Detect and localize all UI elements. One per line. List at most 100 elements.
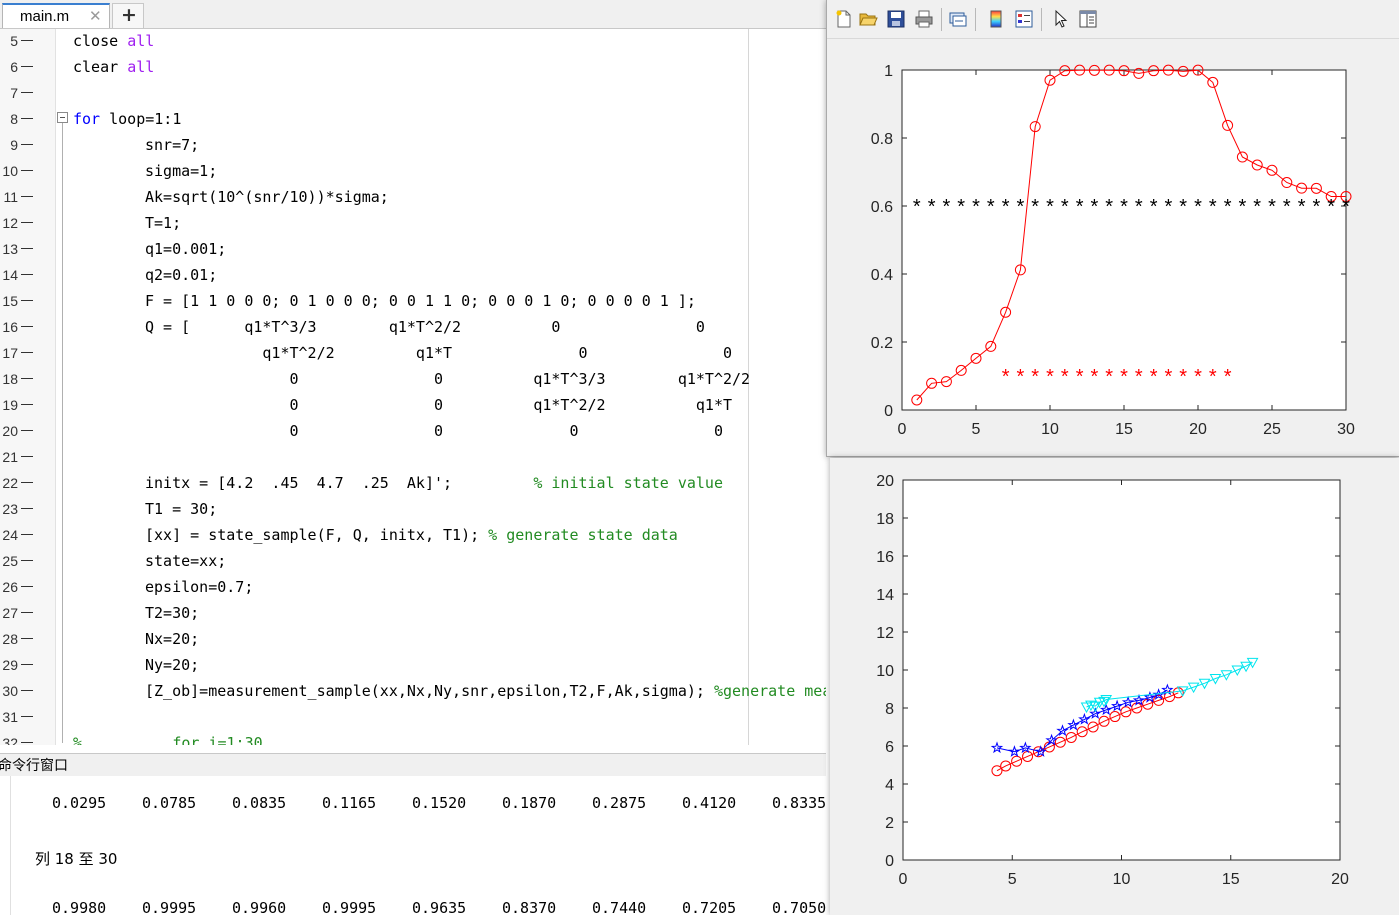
pointer-icon[interactable] (1051, 9, 1071, 29)
breakpoint-marker[interactable] (21, 404, 33, 405)
legend-icon[interactable] (1014, 9, 1034, 29)
breakpoint-marker[interactable] (21, 664, 33, 665)
code-line[interactable]: 10 sigma=1; (0, 159, 826, 185)
code-line[interactable]: 24 [xx] = state_sample(F, Q, initx, T1); … (0, 523, 826, 549)
breakpoint-marker[interactable] (21, 482, 33, 483)
breakpoint-marker[interactable] (21, 66, 33, 67)
breakpoint-marker[interactable] (21, 534, 33, 535)
code-line[interactable]: 28 Nx=20; (0, 627, 826, 653)
breakpoint-marker[interactable] (21, 144, 33, 145)
code-line[interactable]: 7 (0, 81, 826, 107)
code-text: T=1; (145, 211, 181, 235)
breakpoint-marker[interactable] (21, 612, 33, 613)
breakpoint-marker[interactable] (21, 352, 33, 353)
code-line[interactable]: 13 q1=0.001; (0, 237, 826, 263)
add-tab-button[interactable]: + (112, 3, 144, 28)
code-token: epsilon=0.7; (145, 578, 254, 596)
trajectory-chart[interactable]: 0 5 10 15 20 0 2 4 6 8 10 12 14 16 18 20 (830, 458, 1399, 915)
breakpoint-marker[interactable] (21, 638, 33, 639)
code-text: q2=0.01; (145, 263, 217, 287)
y-tick-label: 10 (876, 663, 894, 680)
breakpoint-marker[interactable] (21, 508, 33, 509)
breakpoint-marker[interactable] (21, 378, 33, 379)
new-figure-icon[interactable] (834, 9, 854, 29)
command-window[interactable]: 0.0295 0.0785 0.0835 0.1165 0.1520 0.1870 0.28… (0, 776, 860, 915)
breakpoint-marker[interactable] (21, 560, 33, 561)
close-tab-icon[interactable]: ✕ (89, 7, 102, 25)
line-number-cell: 30 (0, 679, 20, 705)
code-line[interactable]: 32 % for i=1:30 (0, 731, 826, 745)
print-icon[interactable] (914, 9, 934, 29)
figure-window-1[interactable]: 0 5 10 15 20 25 30 0 0.2 0.4 0.6 0.8 1 * * * * * * * * * * * * * *… (826, 0, 1399, 457)
code-line[interactable]: 8 for loop=1:1 (0, 107, 826, 133)
link-icon[interactable] (948, 9, 968, 29)
tab-main-m[interactable]: main.m ✕ (2, 3, 110, 28)
breakpoint-marker[interactable] (21, 274, 33, 275)
figure-window-2[interactable]: 0 5 10 15 20 0 2 4 6 8 10 12 14 16 18 20 (830, 458, 1399, 915)
breakpoint-marker[interactable] (21, 300, 33, 301)
line-number: 24 (2, 527, 18, 543)
colorbar-icon[interactable] (986, 9, 1006, 29)
code-line[interactable]: 19 0 0 q1*T^2/2 q1*T (0, 393, 826, 419)
data-point: * (1002, 196, 1010, 218)
code-line[interactable]: 17 q1*T^2/2 q1*T 0 0 (0, 341, 826, 367)
code-line[interactable]: 18 0 0 q1*T^3/3 q1*T^2/2 (0, 367, 826, 393)
breakpoint-marker[interactable] (21, 742, 33, 743)
data-point: * (1120, 366, 1128, 388)
line-number-cell: 23 (0, 497, 20, 523)
string-token: all (127, 58, 155, 76)
property-editor-icon[interactable] (1078, 9, 1098, 29)
code-line[interactable]: 5 close all (0, 29, 826, 55)
code-line[interactable]: 9 snr=7; (0, 133, 826, 159)
line-number-cell: 7 (0, 81, 20, 107)
line-number-cell: 21 (0, 445, 20, 471)
breakpoint-marker[interactable] (21, 118, 33, 119)
breakpoint-marker[interactable] (21, 586, 33, 587)
fold-toggle-icon[interactable] (57, 112, 68, 123)
code-line[interactable]: 21 (0, 445, 826, 471)
code-line[interactable]: 14 q2=0.01; (0, 263, 826, 289)
code-token: 0 0 0 0 (145, 422, 723, 440)
code-line[interactable]: 29 Ny=20; (0, 653, 826, 679)
breakpoint-marker[interactable] (21, 92, 33, 93)
code-text: F = [1 1 0 0 0; 0 1 0 0 0; 0 0 1 1 0; 0 … (145, 289, 696, 313)
breakpoint-marker[interactable] (21, 222, 33, 223)
code-line[interactable]: 15 F = [1 1 0 0 0; 0 1 0 0 0; 0 0 1 1 0; … (0, 289, 826, 315)
breakpoint-marker[interactable] (21, 690, 33, 691)
code-line[interactable]: 12 T=1; (0, 211, 826, 237)
breakpoint-marker[interactable] (21, 170, 33, 171)
code-line[interactable]: 31 (0, 705, 826, 731)
code-line[interactable]: 20 0 0 0 0 (0, 419, 826, 445)
data-point: * (1061, 196, 1069, 218)
line-number: 25 (2, 553, 18, 569)
breakpoint-marker[interactable] (21, 456, 33, 457)
code-line[interactable]: 22 initx = [4.2 .45 4.7 .25 Ak]'; % initi… (0, 471, 826, 497)
code-line[interactable]: 27 T2=30; (0, 601, 826, 627)
code-line[interactable]: 26 epsilon=0.7; (0, 575, 826, 601)
code-token: q2=0.01; (145, 266, 218, 284)
data-point: * (1194, 196, 1202, 218)
code-line[interactable]: 25 state=xx; (0, 549, 826, 575)
breakpoint-marker[interactable] (21, 430, 33, 431)
code-line[interactable]: 23 T1 = 30; (0, 497, 826, 523)
code-editor[interactable]: 5 close all 6 clear all 7 8 for loop=1:1 9 snr=7… (0, 29, 826, 745)
code-text: sigma=1; (145, 159, 217, 183)
breakpoint-marker[interactable] (21, 196, 33, 197)
breakpoint-marker[interactable] (21, 248, 33, 249)
line-chart-1[interactable]: 0 5 10 15 20 25 30 0 0.2 0.4 0.6 0.8 1 * * * * * * * * * * * * * *… (827, 38, 1399, 456)
breakpoint-marker[interactable] (21, 716, 33, 717)
open-file-icon[interactable] (858, 9, 878, 29)
breakpoint-marker[interactable] (21, 40, 33, 41)
line-number-cell: 13 (0, 237, 20, 263)
save-icon[interactable] (886, 9, 906, 29)
code-line[interactable]: 6 clear all (0, 55, 826, 81)
data-point: * (972, 196, 980, 218)
data-point: * (1105, 196, 1113, 218)
breakpoint-marker[interactable] (21, 326, 33, 327)
code-line[interactable]: 16 Q = [ q1*T^3/3 q1*T^2/2 0 0 (0, 315, 826, 341)
line-number-cell: 5 (0, 29, 20, 55)
code-line[interactable]: 11 Ak=sqrt(10^(snr/10))*sigma; (0, 185, 826, 211)
line-number-cell: 17 (0, 341, 20, 367)
line-number: 21 (2, 449, 18, 465)
code-line[interactable]: 30 [Z_ob]=measurement_sample(xx,Nx,Ny,snr… (0, 679, 826, 705)
